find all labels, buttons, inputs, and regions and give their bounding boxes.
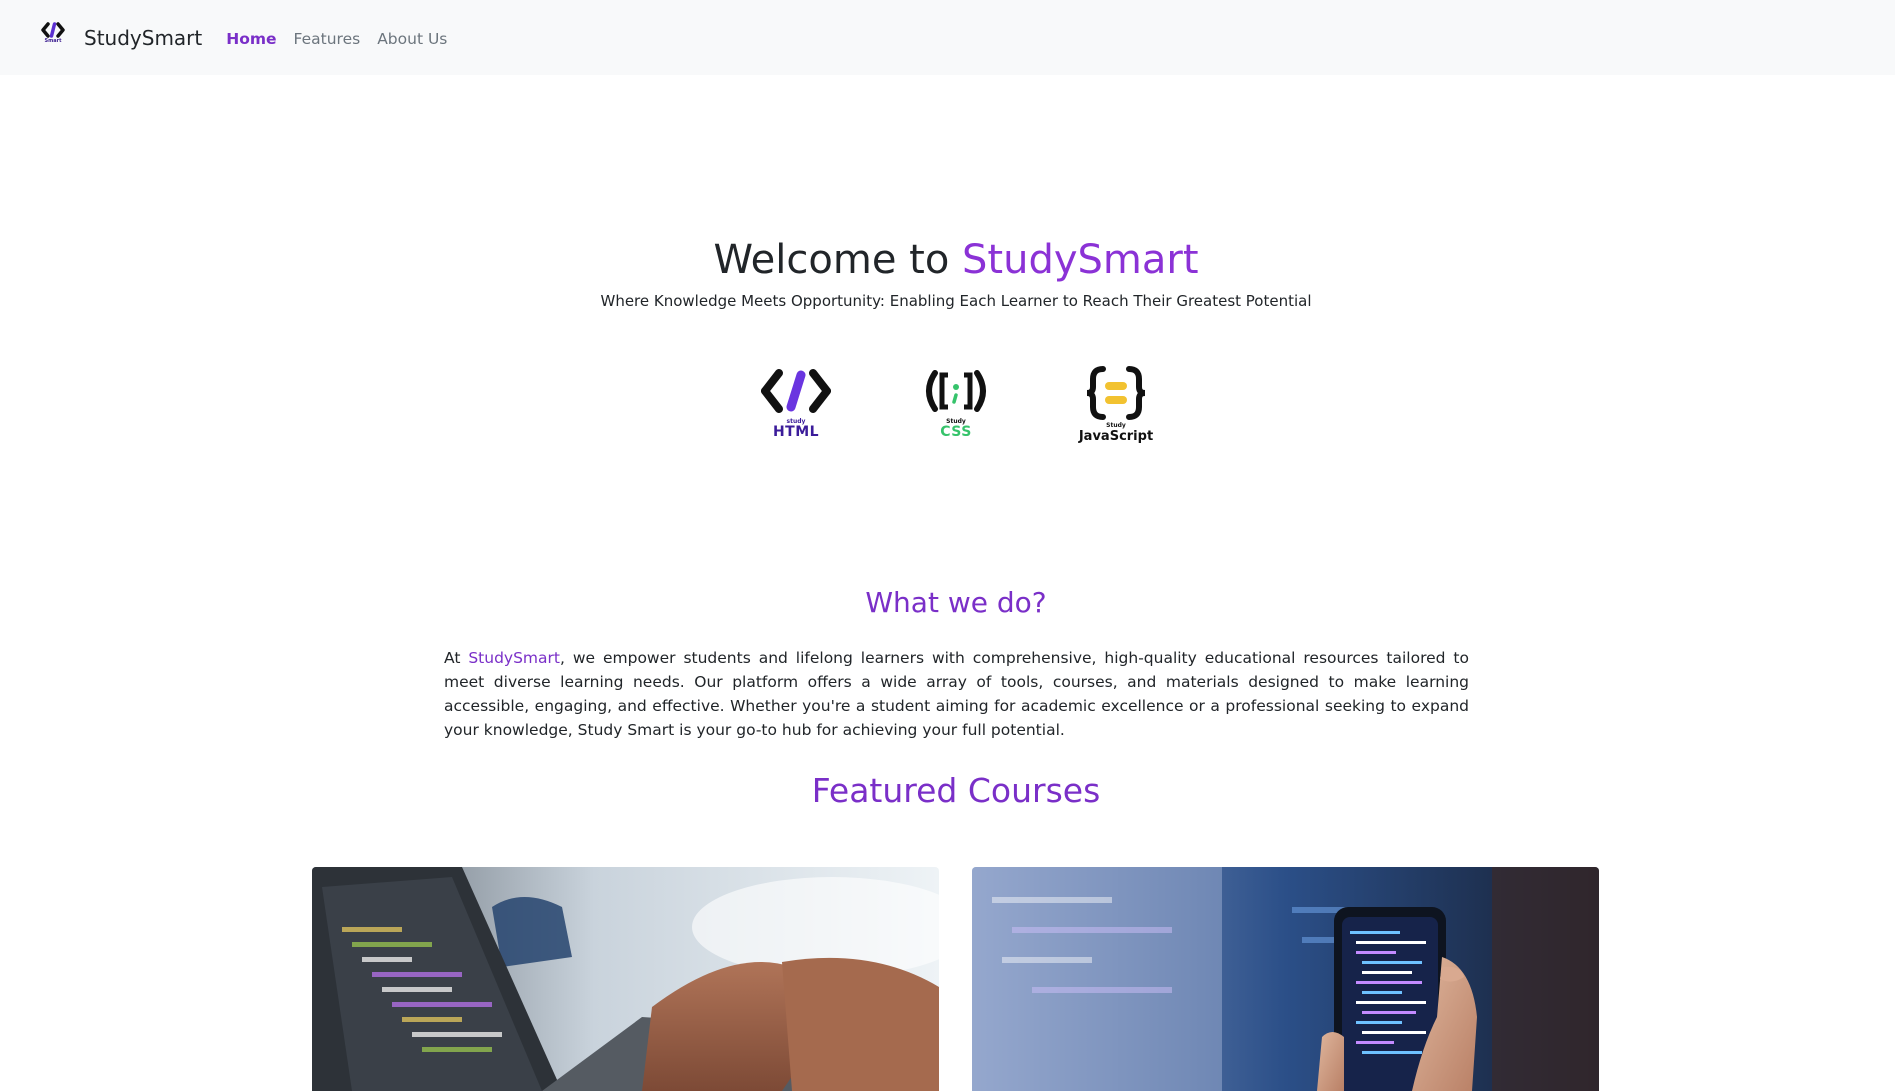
brand-name: StudySmart: [84, 25, 203, 50]
css-logo: Study CSS: [921, 365, 991, 444]
course-card-2[interactable]: [972, 867, 1599, 1091]
html-logo-label: HTML: [772, 424, 820, 440]
navbar: Smart StudySmart Home Features About Us: [0, 0, 1895, 75]
hero-title-prefix: Welcome to: [713, 237, 963, 283]
nav-links: Home Features About Us: [226, 30, 464, 48]
html-logo: study HTML: [761, 365, 831, 444]
hero-title: Welcome to StudySmart: [0, 232, 1895, 288]
featured-courses-title: Featured Courses: [811, 771, 1101, 810]
brand-link[interactable]: Smart StudySmart: [40, 21, 202, 55]
nav-link-about-us[interactable]: About Us: [377, 30, 447, 48]
js-logo: Study JavaScript: [1078, 365, 1154, 444]
course-card-1[interactable]: [312, 867, 939, 1091]
laptop-typing-photo: [312, 867, 939, 1091]
brand-logo-icon: Smart: [40, 21, 66, 55]
hero-title-accent: StudySmart: [962, 237, 1199, 283]
nav-link-features[interactable]: Features: [294, 30, 361, 48]
js-braces-icon: [1081, 365, 1151, 421]
what-we-do-brand: StudySmart: [468, 649, 560, 667]
phone-code-photo: [972, 867, 1599, 1091]
hero-subtitle: Where Knowledge Meets Opportunity: Enabl…: [600, 292, 1312, 310]
what-we-do-rest: , we empower students and lifelong learn…: [444, 649, 1469, 739]
html-code-icon: [761, 365, 831, 417]
language-logos: study HTML Study CSS Study JavaScript: [0, 365, 1895, 444]
css-brackets-icon: [921, 365, 991, 417]
css-logo-label: CSS: [940, 424, 972, 440]
what-we-do-text: At StudySmart, we empower students and l…: [444, 646, 1469, 742]
brand-logo-text: Smart: [44, 37, 62, 44]
js-logo-label: JavaScript: [1078, 429, 1154, 444]
what-we-do-prefix: At: [444, 649, 469, 667]
what-we-do-title: What we do?: [865, 586, 1047, 619]
nav-link-home[interactable]: Home: [226, 30, 276, 48]
